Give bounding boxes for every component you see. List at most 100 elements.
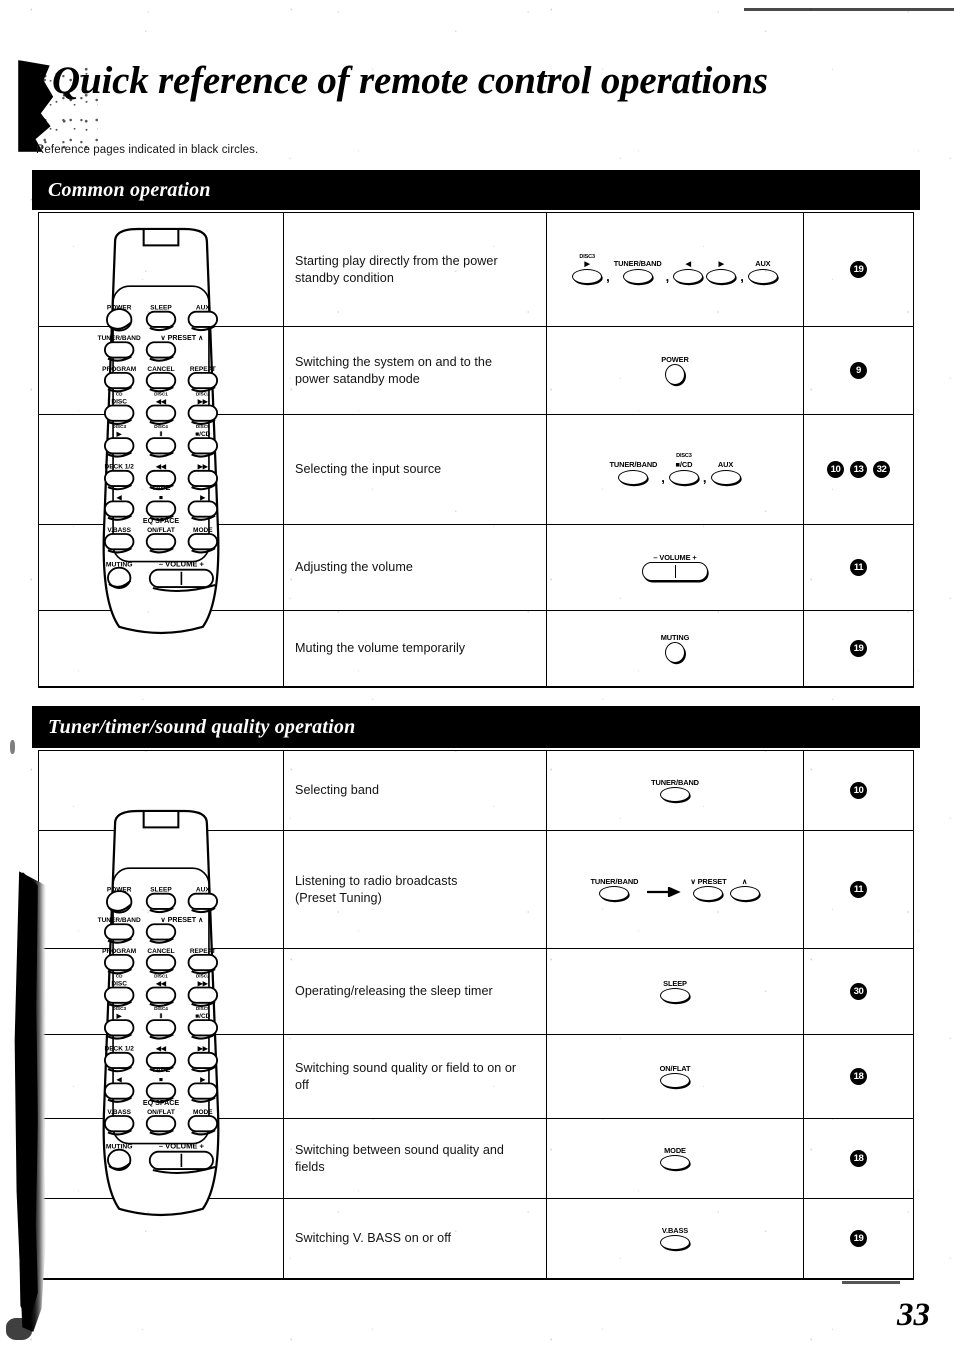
svg-text:REPEAT: REPEAT: [190, 366, 216, 373]
button-label: TUNER/BAND: [609, 460, 658, 470]
remote-button-glyph: TUNER/BAND: [651, 777, 699, 803]
page-reference-badge: 19: [850, 1230, 867, 1247]
svg-text:▶: ▶: [116, 431, 123, 438]
button-shape-oval: [660, 1235, 690, 1251]
svg-text:AUX: AUX: [196, 887, 210, 894]
svg-text:▶▶: ▶▶: [197, 464, 209, 471]
page-reference-badge: 9: [850, 362, 867, 379]
button-shape-oval: [729, 886, 760, 902]
operation-buttons-cell: TUNER/BAND, DISC3 ■/CD, AUX: [547, 415, 804, 524]
button-shape-round: [665, 642, 685, 664]
button-shape-oval: [660, 1073, 690, 1089]
page-reference-badge: 30: [850, 983, 867, 1000]
svg-text:DISC: DISC: [111, 398, 127, 405]
svg-text:◀◀: ◀◀: [155, 980, 167, 987]
svg-text:MODE: MODE: [193, 1109, 213, 1116]
button-label: ∧: [741, 876, 748, 886]
button-symbol-icon: ◀: [685, 260, 691, 268]
button-sequence: MODE: [660, 1145, 690, 1171]
button-label: MUTING: [660, 632, 690, 642]
button-separator-comma: ,: [740, 269, 744, 285]
button-label: MODE: [664, 1145, 686, 1155]
page-reference-badge: 10: [850, 782, 867, 799]
page-reference-badge: 19: [850, 640, 867, 657]
section-header-label: Common operation: [48, 178, 211, 201]
button-separator-comma: ,: [702, 469, 707, 485]
button-separator-comma: ,: [661, 469, 665, 485]
button-shape-oval: [673, 269, 704, 285]
button-label: ∨ PRESET: [690, 876, 727, 886]
svg-text:DISC2: DISC2: [196, 973, 210, 978]
remote-button-glyph: SLEEP: [660, 978, 690, 1004]
svg-text:DISC: DISC: [111, 980, 127, 987]
remote-button-glyph: TUNER/BAND: [609, 461, 657, 485]
operation-description-cell: Selecting the input source: [284, 415, 547, 524]
svg-text:CD: CD: [116, 391, 123, 396]
operation-description-cell: Operating/releasing the sleep timer: [284, 949, 547, 1034]
remote-button-glyph: MODE: [660, 1145, 690, 1171]
svg-text:DISC2: DISC2: [196, 391, 210, 396]
button-shape-oval: [622, 269, 653, 285]
svg-text:TAPE: TAPE: [152, 1066, 171, 1074]
operation-description-cell: Adjusting the volume: [284, 525, 547, 610]
remote-button-glyph: TUNER/BAND: [613, 259, 662, 285]
svg-text:CANCEL: CANCEL: [147, 366, 174, 373]
svg-text:AUX: AUX: [196, 305, 210, 312]
svg-text:TUNER/BAND: TUNER/BAND: [98, 335, 141, 342]
page-reference-badge: 18: [850, 1150, 867, 1167]
svg-text:DISC3: DISC3: [112, 424, 126, 429]
operation-buttons-cell: ON/FLAT: [547, 1035, 804, 1118]
operation-description-cell: Switching between sound quality and field…: [284, 1119, 547, 1198]
operation-description: Muting the volume temporarily: [295, 641, 466, 656]
svg-text:■: ■: [159, 494, 163, 501]
page-reference-badge: 10: [827, 461, 844, 478]
svg-text:◀◀: ◀◀: [155, 398, 167, 405]
svg-text:■/CD: ■/CD: [195, 431, 210, 438]
operation-buttons-cell: TUNER/BAND: [547, 751, 804, 830]
svg-text:TUNER/BAND: TUNER/BAND: [98, 917, 141, 924]
button-label: SLEEP: [663, 978, 687, 988]
svg-text:DISC1: DISC1: [154, 973, 168, 978]
svg-text:■/CD: ■/CD: [195, 1013, 210, 1020]
operation-description: Selecting the input source: [295, 462, 442, 477]
operation-buttons-cell: V.BASS: [547, 1199, 804, 1278]
table-common-operation: Starting play directly from the power sta…: [38, 212, 914, 688]
svg-text:MODE: MODE: [193, 527, 213, 534]
remote-button-glyph: DISC3 ▶: [572, 254, 603, 285]
button-shape-oval: [660, 988, 690, 1004]
page-reference-cell: 11: [804, 831, 913, 948]
button-sequence: TUNER/BAND: [651, 777, 699, 803]
button-label: TUNER/BAND: [651, 777, 699, 787]
button-label: TUNER/BAND: [613, 259, 662, 269]
page-header: Quick reference of remote control operat…: [0, 52, 954, 156]
svg-text:SLEEP: SLEEP: [150, 887, 172, 894]
svg-text:TAPE: TAPE: [152, 484, 171, 492]
page-reference-cell: 11: [804, 525, 913, 610]
button-label: ON/FLAT: [659, 1063, 691, 1073]
svg-text:▶: ▶: [199, 1076, 206, 1083]
button-shape-oval: [668, 469, 699, 485]
operation-description-cell: Listening to radio broadcasts (Preset Tun…: [284, 831, 547, 948]
button-sequence: POWER: [661, 355, 689, 386]
operation-buttons-cell: MUTING: [547, 611, 804, 686]
svg-text:▶▶: ▶▶: [197, 398, 209, 405]
operation-buttons-cell: MODE: [547, 1119, 804, 1198]
svg-text:ON/FLAT: ON/FLAT: [147, 527, 175, 534]
remote-button-glyph: – VOLUME +: [642, 553, 708, 582]
operation-description: Switching V. BASS on or off: [295, 1231, 452, 1246]
operation-description-cell: Switching V. BASS on or off: [284, 1199, 547, 1278]
scan-fleck: [6, 1318, 32, 1340]
svg-text:◀◀: ◀◀: [155, 1046, 167, 1053]
svg-text:∨ PRESET ∧: ∨ PRESET ∧: [160, 916, 203, 924]
page-reference-cell: 19: [804, 611, 913, 686]
button-shape-oval: [660, 1155, 690, 1171]
section-header-label: Tuner/timer/sound quality operation: [48, 715, 356, 738]
page-number: 33: [897, 1297, 930, 1333]
svg-text:V.BASS: V.BASS: [107, 1109, 131, 1116]
button-shape-round: [664, 364, 685, 386]
remote-button-glyph: DISC3 ■/CD: [668, 453, 699, 485]
operation-description: Selecting band: [295, 783, 380, 798]
button-shape-oval: [659, 787, 690, 803]
svg-text:Ⅱ: Ⅱ: [159, 1012, 162, 1020]
svg-text:Ⅱ: Ⅱ: [159, 430, 162, 438]
